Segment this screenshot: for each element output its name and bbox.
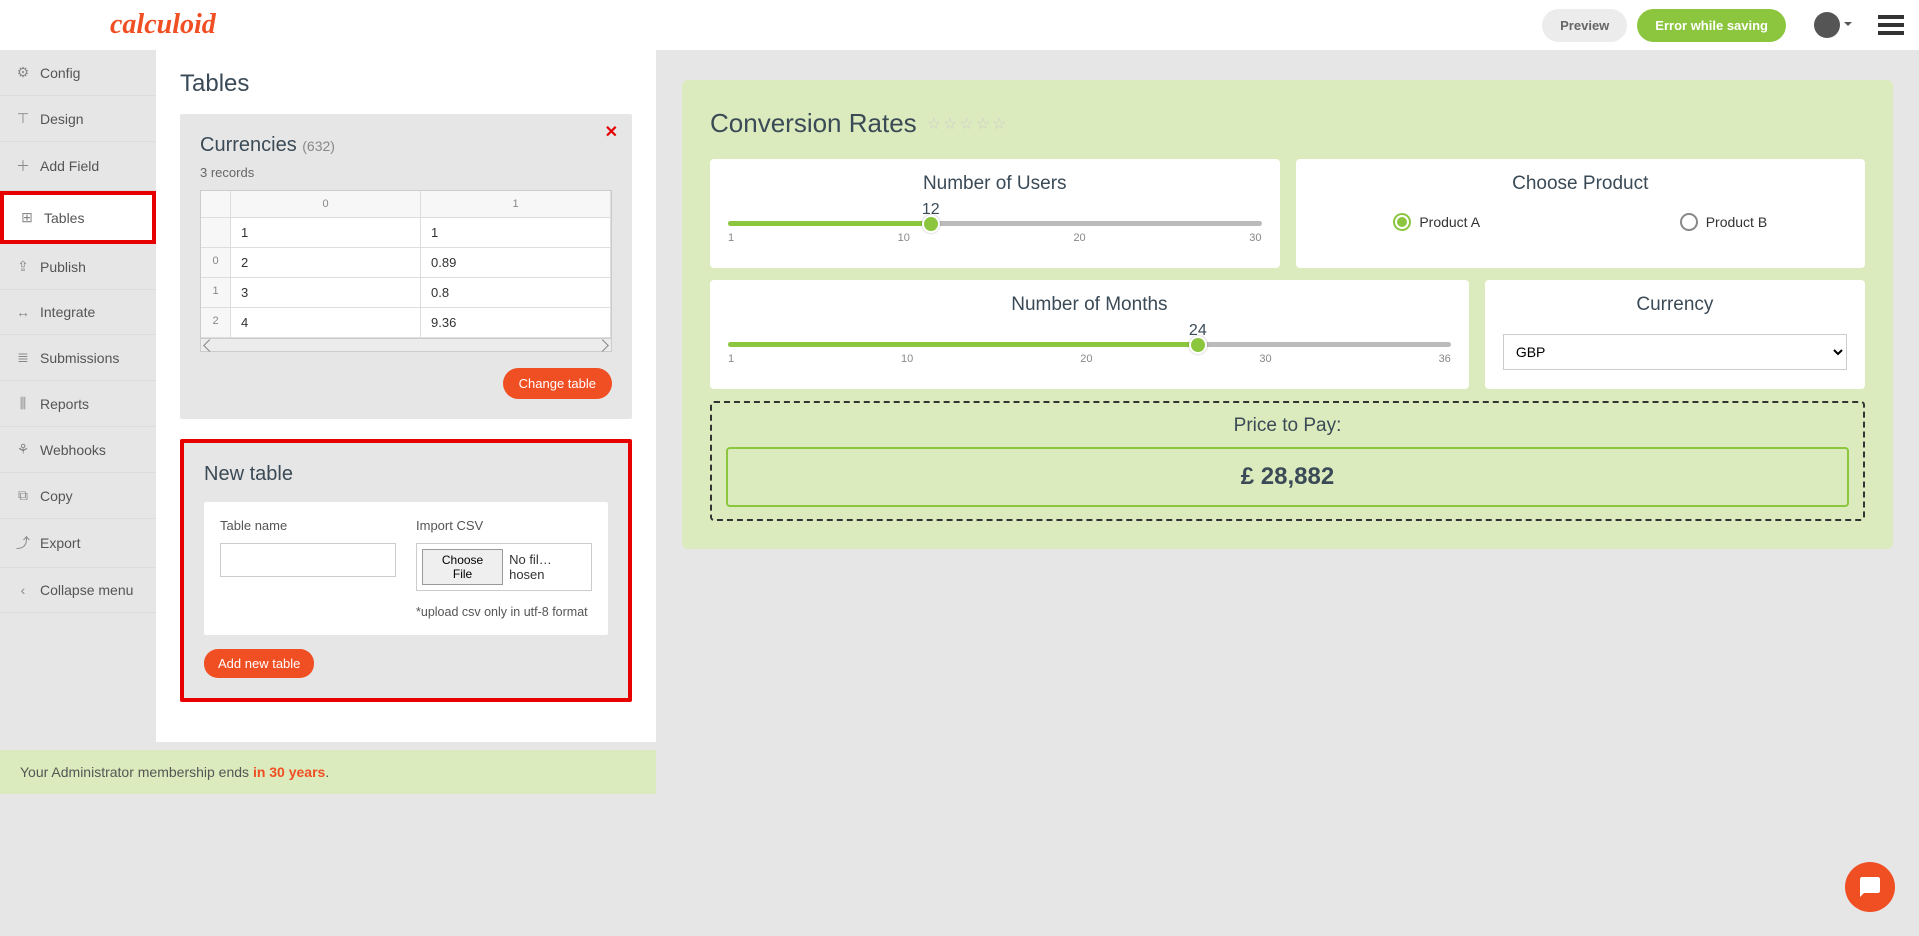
user-menu-icon[interactable] (1814, 12, 1840, 38)
product-title: Choose Product (1314, 173, 1848, 195)
users-slider[interactable]: 12 1 10 20 30 (728, 203, 1262, 254)
table-row[interactable]: 020.89 (201, 248, 611, 278)
app-header: calculoid Preview Error while saving (0, 0, 1919, 50)
new-table-title: New table (204, 463, 608, 486)
sidebar-icon: ⚘ (16, 441, 30, 458)
sidebar-item-export[interactable]: ⤴ Export (0, 519, 156, 568)
new-table-card: New table Table name Import CSV Choose F… (180, 439, 632, 702)
csv-hint: *upload csv only in utf-8 format (416, 605, 592, 619)
currency-title: Currency (1503, 294, 1847, 316)
sidebar-icon: ⤴ (16, 533, 30, 553)
sidebar-icon: ⇪ (16, 258, 30, 275)
sidebar-item-label: Tables (44, 210, 84, 226)
sidebar-item-submissions[interactable]: ≣ Submissions (0, 335, 156, 381)
choose-file-button[interactable]: Choose File (422, 549, 503, 585)
sidebar-item-label: Publish (40, 259, 86, 275)
membership-footer: Your Administrator membership ends in 30… (0, 750, 656, 794)
tables-panel: Tables ✕ Currencies (632) 3 records 0111… (156, 50, 656, 742)
product-widget: Choose Product Product A Product B (1296, 159, 1866, 268)
sidebar-item-reports[interactable]: ⫼ Reports (0, 381, 156, 427)
sidebar-icon: ⚙ (16, 64, 30, 81)
table-row[interactable]: 130.8 (201, 278, 611, 308)
users-title: Number of Users (728, 173, 1262, 195)
sidebar-item-label: Collapse menu (40, 582, 133, 598)
sidebar-item-collapse-menu[interactable]: ‹ Collapse menu (0, 568, 156, 613)
currency-widget: Currency GBP (1485, 280, 1865, 389)
close-icon[interactable]: ✕ (605, 122, 618, 142)
sidebar-item-tables[interactable]: ⊞ Tables (0, 191, 156, 244)
sidebar: ⚙ Config ⊤ Design ＋ Add Field ⊞ Tables ⇪ Publish ↔… (0, 50, 156, 742)
hamburger-icon[interactable] (1878, 15, 1904, 35)
sidebar-item-copy[interactable]: ⧉ Copy (0, 473, 156, 519)
sidebar-item-label: Add Field (40, 158, 99, 174)
sidebar-item-config[interactable]: ⚙ Config (0, 50, 156, 96)
currency-select[interactable]: GBP (1503, 334, 1847, 370)
months-widget: Number of Months 24 1 10 20 30 36 (710, 280, 1469, 389)
file-status-text: No fil…hosen (509, 552, 586, 582)
currencies-title: Currencies (200, 134, 297, 156)
sidebar-item-publish[interactable]: ⇪ Publish (0, 244, 156, 290)
table-name-input[interactable] (220, 543, 396, 577)
sidebar-item-label: Reports (40, 396, 89, 412)
product-b-radio[interactable]: Product B (1680, 213, 1767, 231)
rating-stars[interactable]: ☆☆☆☆☆ (927, 114, 1009, 134)
add-new-table-button[interactable]: Add new table (204, 649, 314, 678)
currencies-card: ✕ Currencies (632) 3 records 0111020.891… (180, 114, 632, 419)
sidebar-icon: ＋ (16, 156, 30, 176)
sidebar-item-label: Config (40, 65, 80, 81)
product-a-radio[interactable]: Product A (1393, 213, 1480, 231)
sidebar-icon: ⧉ (16, 487, 30, 504)
file-input[interactable]: Choose File No fil…hosen (416, 543, 592, 591)
import-csv-label: Import CSV (416, 518, 592, 533)
price-label: Price to Pay: (726, 415, 1849, 437)
currencies-grid[interactable]: 0111020.89130.8249.36 (200, 190, 612, 339)
preview-panel: Conversion Rates ☆☆☆☆☆ Number of Users 1… (656, 50, 1919, 742)
logo[interactable]: calculoid (110, 9, 216, 41)
currencies-count: (632) (302, 138, 335, 154)
price-value: £ 28,882 (726, 447, 1849, 507)
sidebar-icon: ≣ (16, 349, 30, 366)
sidebar-item-label: Integrate (40, 304, 95, 320)
sidebar-item-label: Copy (40, 488, 73, 504)
table-row[interactable]: 249.36 (201, 308, 611, 338)
sidebar-icon: ‹ (16, 582, 30, 598)
sidebar-item-label: Webhooks (40, 442, 106, 458)
save-button[interactable]: Error while saving (1637, 9, 1786, 42)
chat-icon[interactable] (1845, 862, 1895, 912)
months-title: Number of Months (728, 294, 1451, 316)
change-table-button[interactable]: Change table (503, 368, 612, 399)
preview-title: Conversion Rates (710, 108, 917, 139)
sidebar-item-webhooks[interactable]: ⚘ Webhooks (0, 427, 156, 473)
sidebar-icon: ⫼ (16, 395, 30, 412)
months-slider[interactable]: 24 1 10 20 30 36 (728, 324, 1451, 375)
sidebar-icon: ↔ (16, 304, 30, 320)
sidebar-item-add-field[interactable]: ＋ Add Field (0, 142, 156, 191)
sidebar-item-integrate[interactable]: ↔ Integrate (0, 290, 156, 335)
horizontal-scrollbar[interactable] (200, 339, 612, 352)
sidebar-item-design[interactable]: ⊤ Design (0, 96, 156, 142)
sidebar-icon: ⊤ (16, 110, 30, 127)
sidebar-item-label: Design (40, 111, 84, 127)
preview-button[interactable]: Preview (1542, 9, 1627, 42)
panel-heading: Tables (180, 70, 632, 98)
table-name-label: Table name (220, 518, 396, 533)
users-widget: Number of Users 12 1 10 20 30 (710, 159, 1280, 268)
sidebar-icon: ⊞ (20, 209, 34, 226)
sidebar-item-label: Submissions (40, 350, 119, 366)
price-widget[interactable]: Price to Pay: £ 28,882 (710, 401, 1865, 521)
records-count: 3 records (200, 165, 612, 180)
table-row[interactable]: 11 (201, 218, 611, 248)
sidebar-item-label: Export (40, 535, 80, 551)
